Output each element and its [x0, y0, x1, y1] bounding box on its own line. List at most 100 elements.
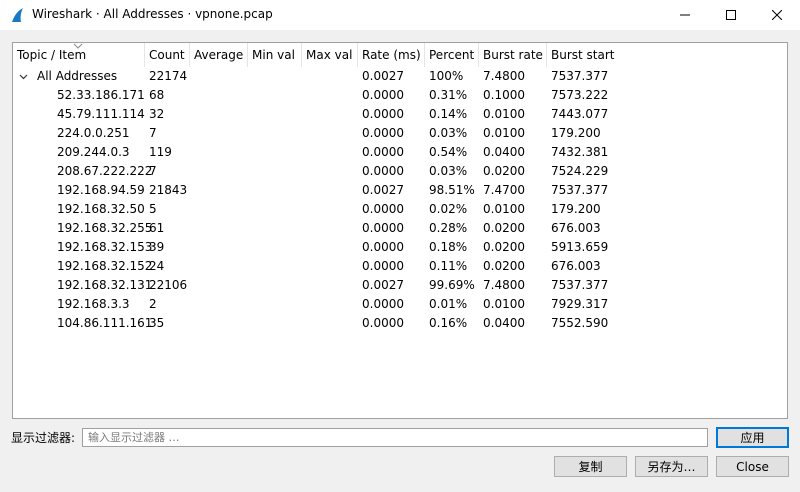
column-header-average[interactable]: Average	[190, 43, 248, 67]
cell-topic: 45.79.111.114	[57, 107, 145, 121]
cell-rate: 0.0000	[362, 221, 404, 235]
cell-max-val	[302, 200, 306, 219]
cell-rate: 0.0000	[362, 316, 404, 330]
column-header-topic[interactable]: Topic / Item	[13, 43, 145, 67]
title-bar: Wireshark · All Addresses · vpnone.pcap	[0, 0, 800, 30]
cell-burst-rate: 7.4700	[483, 183, 525, 197]
cell-percent: 0.03%	[429, 126, 468, 140]
minimize-icon	[680, 14, 690, 16]
cell-burst-rate: 7.4800	[483, 69, 525, 83]
cell-rate: 0.0027	[362, 69, 404, 83]
cell-average	[190, 105, 194, 124]
chevron-down-icon[interactable]	[17, 67, 29, 86]
cell-average	[190, 124, 194, 143]
table-row[interactable]: 52.33.186.171 68 0.0000 0.31% 0.1000 7573.222	[13, 86, 787, 105]
cell-rate: 0.0027	[362, 183, 404, 197]
table-row[interactable]: 192.168.32.255 61 0.0000 0.28% 0.0200 676.003	[13, 219, 787, 238]
display-filter-input[interactable]	[82, 428, 708, 447]
column-header-burst-start[interactable]: Burst start	[547, 43, 787, 67]
close-button[interactable]: Close	[716, 456, 789, 477]
column-header-label: Topic / Item	[17, 48, 87, 62]
cell-min-val	[248, 314, 252, 333]
cell-min-val	[248, 162, 252, 181]
table-row[interactable]: 192.168.94.59 21843 0.0027 98.51% 7.4700 7537…	[13, 181, 787, 200]
save-as-button[interactable]: 另存为…	[635, 456, 708, 477]
cell-burst-start: 7432.381	[551, 145, 609, 159]
cell-burst-start: 179.200	[551, 202, 601, 216]
cell-percent: 0.28%	[429, 221, 468, 235]
cell-max-val	[302, 105, 306, 124]
cell-count: 5	[149, 202, 157, 216]
table-row[interactable]: 192.168.32.152 24 0.0000 0.11% 0.0200 676.003	[13, 257, 787, 276]
sort-indicator-icon	[73, 43, 83, 49]
cell-burst-rate: 0.0200	[483, 240, 525, 254]
cell-topic: All Addresses	[37, 69, 118, 83]
cell-percent: 100%	[429, 69, 464, 83]
cell-count: 39	[149, 240, 165, 254]
table-row[interactable]: 104.86.111.161 35 0.0000 0.16% 0.0400 7552.59…	[13, 314, 787, 333]
cell-burst-rate: 0.0200	[483, 221, 525, 235]
cell-burst-rate: 0.0200	[483, 259, 525, 273]
cell-rate: 0.0000	[362, 107, 404, 121]
table-row[interactable]: 192.168.3.3 2 0.0000 0.01% 0.0100 7929.317	[13, 295, 787, 314]
cell-average	[190, 143, 194, 162]
table-row[interactable]: All Addresses 22174 0.0027 100% 7.4800 7537.3…	[13, 67, 787, 86]
cell-burst-start: 676.003	[551, 221, 601, 235]
cell-topic: 192.168.32.152	[57, 259, 153, 273]
cell-topic: 192.168.32.255	[57, 221, 153, 235]
cell-min-val	[248, 276, 252, 295]
table-row[interactable]: 208.67.222.222 7 0.0000 0.03% 0.0200 7524.229	[13, 162, 787, 181]
table-row[interactable]: 192.168.32.50 5 0.0000 0.02% 0.0100 179.200	[13, 200, 787, 219]
cell-min-val	[248, 124, 252, 143]
apply-button[interactable]: 应用	[716, 427, 789, 448]
table-row[interactable]: 192.168.32.153 39 0.0000 0.18% 0.0200 5913.65…	[13, 238, 787, 257]
column-header-count[interactable]: Count	[145, 43, 190, 67]
cell-count: 22174	[149, 69, 188, 83]
close-window-button[interactable]	[754, 0, 800, 30]
cell-topic: 192.168.32.131	[57, 278, 153, 292]
column-header-min-val[interactable]: Min val	[248, 43, 302, 67]
cell-min-val	[248, 181, 252, 200]
cell-burst-start: 7524.229	[551, 164, 609, 178]
cell-max-val	[302, 181, 306, 200]
window-title: Wireshark · All Addresses · vpnone.pcap	[32, 7, 273, 21]
copy-button[interactable]: 复制	[554, 456, 627, 477]
wireshark-fin-icon	[10, 7, 26, 23]
cell-count: 119	[149, 145, 172, 159]
cell-percent: 0.03%	[429, 164, 468, 178]
cell-min-val	[248, 238, 252, 257]
stats-tree-table[interactable]: Topic / Item Count Average Min val Max v…	[12, 42, 788, 419]
close-icon	[772, 10, 782, 20]
cell-average	[190, 200, 194, 219]
cell-burst-rate: 0.0200	[483, 164, 525, 178]
cell-min-val	[248, 295, 252, 314]
column-header-max-val[interactable]: Max val	[302, 43, 358, 67]
table-row[interactable]: 45.79.111.114 32 0.0000 0.14% 0.0100 7443.077	[13, 105, 787, 124]
cell-topic: 192.168.32.50	[57, 202, 145, 216]
cell-rate: 0.0000	[362, 202, 404, 216]
minimize-button[interactable]	[662, 0, 708, 30]
column-header-burst-rate[interactable]: Burst rate	[479, 43, 547, 67]
cell-burst-rate: 0.0100	[483, 202, 525, 216]
cell-count: 2	[149, 297, 157, 311]
cell-percent: 0.14%	[429, 107, 468, 121]
cell-topic: 192.168.32.153	[57, 240, 153, 254]
table-row[interactable]: 192.168.32.131 22106 0.0027 99.69% 7.4800 753…	[13, 276, 787, 295]
cell-percent: 0.11%	[429, 259, 468, 273]
cell-burst-start: 7552.590	[551, 316, 609, 330]
cell-topic: 209.244.0.3	[57, 145, 130, 159]
table-row[interactable]: 224.0.0.251 7 0.0000 0.03% 0.0100 179.200	[13, 124, 787, 143]
table-row[interactable]: 209.244.0.3 119 0.0000 0.54% 0.0400 7432.381	[13, 143, 787, 162]
cell-average	[190, 162, 194, 181]
cell-max-val	[302, 124, 306, 143]
cell-rate: 0.0000	[362, 297, 404, 311]
cell-rate: 0.0000	[362, 164, 404, 178]
cell-max-val	[302, 162, 306, 181]
column-header-percent[interactable]: Percent	[425, 43, 479, 67]
cell-min-val	[248, 105, 252, 124]
cell-min-val	[248, 219, 252, 238]
table-header: Topic / Item Count Average Min val Max v…	[13, 43, 787, 67]
maximize-button[interactable]	[708, 0, 754, 30]
column-header-rate[interactable]: Rate (ms)	[358, 43, 425, 67]
cell-topic: 52.33.186.171	[57, 88, 145, 102]
